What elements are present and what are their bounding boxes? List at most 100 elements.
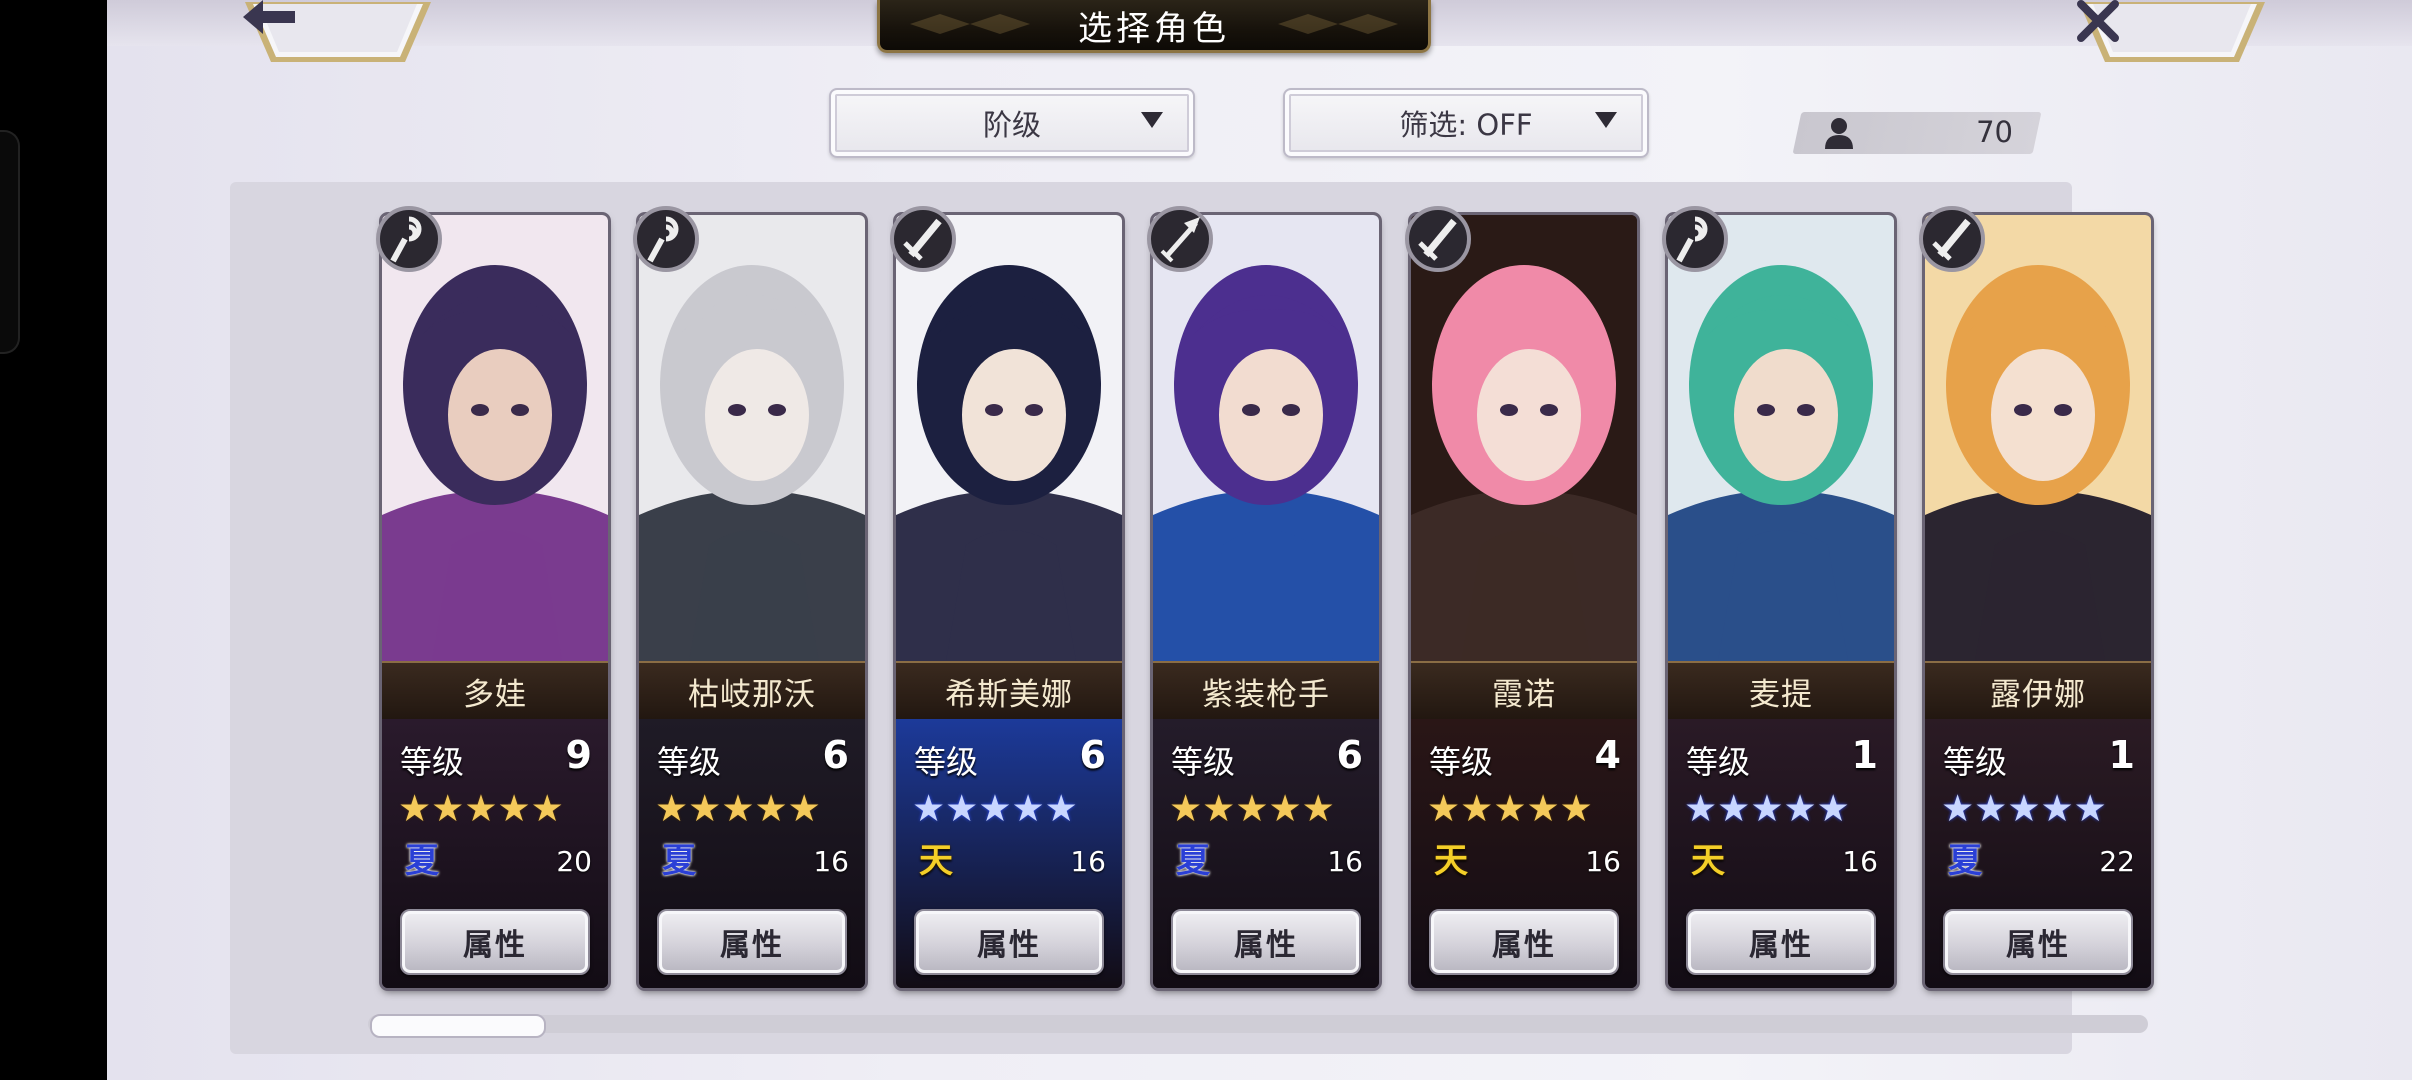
character-portrait bbox=[896, 215, 1122, 661]
character-name-bar: 希斯美娜 bbox=[896, 661, 1122, 721]
level-value: 6 bbox=[1336, 733, 1363, 777]
level-value: 4 bbox=[1594, 733, 1621, 777]
chevron-down-icon bbox=[1595, 112, 1617, 128]
character-card[interactable]: 麦提 等级 1 ★★★★★ 天 16 属性 bbox=[1668, 215, 1894, 988]
chevron-down-icon bbox=[1141, 112, 1163, 128]
attribute-button[interactable]: 属性 bbox=[914, 909, 1104, 975]
character-card[interactable]: 紫装枪手等级 6 ★★★★★ 夏 16 属性 bbox=[1153, 215, 1379, 988]
character-card[interactable]: 多娃 等级 9 ★★★★★ 夏 20 属性 bbox=[382, 215, 608, 988]
character-card[interactable]: 枯岐那沃等级 6 ★★★★★ 夏 16 属性 bbox=[639, 215, 865, 988]
sword-icon bbox=[889, 205, 957, 273]
level-label: 等级 bbox=[1429, 743, 1494, 781]
attribute-button[interactable]: 属性 bbox=[1686, 909, 1876, 975]
roster-count: 70 bbox=[1976, 115, 2013, 149]
level-value: 9 bbox=[565, 733, 592, 777]
character-portrait bbox=[639, 215, 865, 661]
attribute-button-label: 属性 bbox=[2006, 928, 2070, 963]
attribute-button-label: 属性 bbox=[1234, 928, 1298, 963]
attribute-button[interactable]: 属性 bbox=[657, 909, 847, 975]
staff-icon bbox=[1661, 205, 1729, 273]
attribute-button[interactable]: 属性 bbox=[1171, 909, 1361, 975]
device-notch bbox=[0, 130, 20, 354]
character-name: 霞诺 bbox=[1492, 676, 1556, 713]
level-value: 1 bbox=[2108, 733, 2135, 777]
cost-value: 16 bbox=[1842, 845, 1878, 878]
level-value: 1 bbox=[1851, 733, 1878, 777]
element-icon: 天 bbox=[1691, 840, 1725, 881]
star-rating: ★★★★★ bbox=[1427, 787, 1593, 830]
character-name: 露伊娜 bbox=[1990, 676, 2086, 713]
level-label: 等级 bbox=[1171, 743, 1236, 781]
cost-value: 20 bbox=[556, 845, 592, 878]
character-portrait bbox=[1411, 215, 1637, 661]
cost-value: 16 bbox=[1327, 845, 1363, 878]
element-icon: 天 bbox=[919, 840, 953, 881]
scrollbar-thumb[interactable] bbox=[370, 1014, 546, 1038]
cost-value: 16 bbox=[1585, 845, 1621, 878]
character-stats: 等级 9 ★★★★★ 夏 20 属性 bbox=[382, 719, 608, 988]
sword-icon bbox=[1404, 205, 1472, 273]
filter-dropdown[interactable]: 筛选: OFF bbox=[1283, 88, 1649, 158]
element-icon: 夏 bbox=[1176, 840, 1210, 881]
cost-value: 16 bbox=[813, 845, 849, 878]
attribute-button[interactable]: 属性 bbox=[400, 909, 590, 975]
arrow-icon bbox=[1146, 205, 1214, 273]
star-rating: ★★★★★ bbox=[1941, 787, 2107, 830]
character-portrait bbox=[1668, 215, 1894, 661]
cost-value: 22 bbox=[2099, 845, 2135, 878]
sword-icon bbox=[1918, 205, 1986, 273]
arrow-left-icon bbox=[243, 0, 433, 60]
level-value: 6 bbox=[1079, 733, 1106, 777]
level-label: 等级 bbox=[657, 743, 722, 781]
attribute-button-label: 属性 bbox=[1492, 928, 1556, 963]
character-portrait bbox=[382, 215, 608, 661]
attribute-button[interactable]: 属性 bbox=[1429, 909, 1619, 975]
character-name-bar: 多娃 bbox=[382, 661, 608, 721]
character-portrait bbox=[1153, 215, 1379, 661]
sort-dropdown[interactable]: 阶级 bbox=[829, 88, 1195, 158]
attribute-button[interactable]: 属性 bbox=[1943, 909, 2133, 975]
star-rating: ★★★★★ bbox=[1169, 787, 1335, 830]
level-label: 等级 bbox=[1686, 743, 1751, 781]
sort-dropdown-label: 阶级 bbox=[982, 108, 1041, 142]
character-card[interactable]: 霞诺等级 4 ★★★★★ 天 16 属性 bbox=[1411, 215, 1637, 988]
staff-icon bbox=[632, 205, 700, 273]
attribute-button-label: 属性 bbox=[1749, 928, 1813, 963]
person-icon bbox=[1825, 118, 1853, 149]
character-name: 希斯美娜 bbox=[945, 676, 1073, 713]
level-value: 6 bbox=[822, 733, 849, 777]
element-icon: 天 bbox=[1434, 840, 1468, 881]
character-stats: 等级 1 ★★★★★ 夏 22 属性 bbox=[1925, 719, 2151, 988]
star-rating: ★★★★★ bbox=[912, 787, 1078, 830]
character-name-bar: 枯岐那沃 bbox=[639, 661, 865, 721]
character-stats: 等级 6 ★★★★★ 天 16 属性 bbox=[896, 719, 1122, 988]
element-icon: 夏 bbox=[405, 840, 439, 881]
character-card[interactable]: 露伊娜等级 1 ★★★★★ 夏 22 属性 bbox=[1925, 215, 2151, 988]
character-name: 紫装枪手 bbox=[1202, 676, 1330, 713]
level-label: 等级 bbox=[914, 743, 979, 781]
back-button[interactable] bbox=[243, 0, 433, 66]
attribute-button-label: 属性 bbox=[463, 928, 527, 963]
element-icon: 夏 bbox=[662, 840, 696, 881]
character-name-bar: 露伊娜 bbox=[1925, 661, 2151, 721]
character-stats: 等级 1 ★★★★★ 天 16 属性 bbox=[1668, 719, 1894, 988]
character-name: 多娃 bbox=[463, 676, 527, 713]
title-plate: 选择角色 bbox=[877, 0, 1431, 53]
character-stats: 等级 4 ★★★★★ 天 16 属性 bbox=[1411, 719, 1637, 988]
title-ornament-right bbox=[1278, 14, 1398, 34]
staff-icon bbox=[375, 205, 443, 273]
character-card[interactable]: 希斯美娜等级 6 ★★★★★ 天 16 属性 bbox=[896, 215, 1122, 988]
close-button[interactable] bbox=[2077, 0, 2267, 66]
star-rating: ★★★★★ bbox=[398, 787, 564, 830]
character-stats: 等级 6 ★★★★★ 夏 16 属性 bbox=[1153, 719, 1379, 988]
character-stats: 等级 6 ★★★★★ 夏 16 属性 bbox=[639, 719, 865, 988]
cost-value: 16 bbox=[1070, 845, 1106, 878]
star-rating: ★★★★★ bbox=[1684, 787, 1850, 830]
star-rating: ★★★★★ bbox=[655, 787, 821, 830]
title-ornament-left bbox=[910, 14, 1030, 34]
character-name: 枯岐那沃 bbox=[688, 676, 816, 713]
level-label: 等级 bbox=[1943, 743, 2008, 781]
close-x-icon bbox=[2077, 0, 2267, 60]
element-icon: 夏 bbox=[1948, 840, 1982, 881]
attribute-button-label: 属性 bbox=[720, 928, 784, 963]
